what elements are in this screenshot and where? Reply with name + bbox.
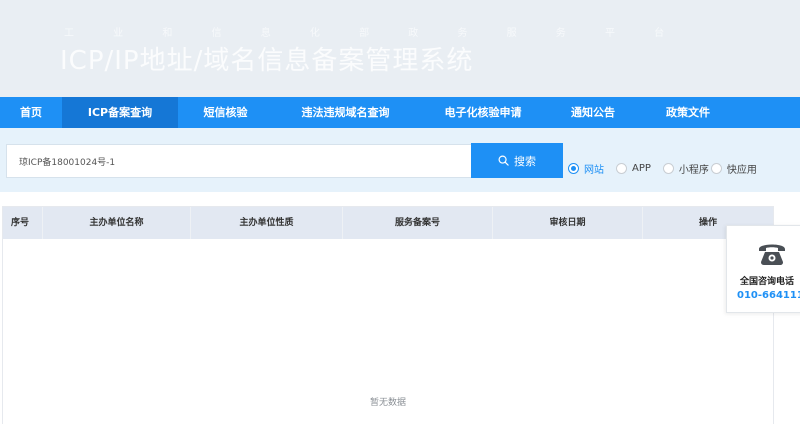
phone-icon bbox=[759, 244, 785, 265]
nav-illegal-domain-query[interactable]: 违法违规域名查询 bbox=[273, 97, 418, 128]
search-input[interactable] bbox=[6, 144, 471, 178]
site-header: 工 业 和 信 息 化 部 政 务 服 务 平 台 ICP/IP地址/域名信息备… bbox=[0, 0, 800, 97]
radio-dot bbox=[710, 163, 722, 174]
radio-dot bbox=[568, 163, 579, 174]
radio-mini-program[interactable]: 小程序 bbox=[662, 161, 709, 176]
column-header: 主办单位性质 bbox=[191, 207, 343, 239]
search-type-group: 网站 APP 小程序 快应用 bbox=[568, 161, 757, 176]
hotline-number: 010-66411166 bbox=[737, 290, 800, 301]
column-header: 序号 bbox=[3, 207, 43, 239]
search-icon bbox=[498, 155, 509, 166]
radio-app[interactable]: APP bbox=[616, 163, 651, 174]
main-nav: 首页 ICP备案查询 短信核验 违法违规域名查询 电子化核验申请 通知公告 政策… bbox=[0, 97, 800, 128]
column-header: 审核日期 bbox=[493, 207, 643, 239]
radio-label: 快应用 bbox=[726, 165, 757, 176]
column-header: 服务备案号 bbox=[343, 207, 493, 239]
radio-label: 网站 bbox=[584, 165, 604, 176]
nav-notices[interactable]: 通知公告 bbox=[548, 97, 638, 128]
nav-sms-verify[interactable]: 短信核验 bbox=[178, 97, 273, 128]
nav-home[interactable]: 首页 bbox=[0, 97, 62, 128]
site-title: ICP/IP地址/域名信息备案管理系统 bbox=[60, 46, 474, 76]
radio-label: APP bbox=[632, 163, 651, 174]
search-area: 搜索 网站 APP 小程序 快应用 bbox=[0, 128, 800, 192]
radio-website[interactable]: 网站 bbox=[568, 161, 604, 176]
radio-dot bbox=[616, 163, 627, 174]
hotline-widget[interactable]: 全国咨询电话 010-66411166 bbox=[726, 225, 800, 313]
radio-dot bbox=[662, 163, 674, 174]
nav-icp-query[interactable]: ICP备案查询 bbox=[62, 97, 178, 128]
nav-policy-docs[interactable]: 政策文件 bbox=[638, 97, 738, 128]
hotline-label: 全国咨询电话 bbox=[740, 277, 795, 287]
empty-state-text: 暂无数据 bbox=[369, 398, 406, 408]
search-button[interactable]: 搜索 bbox=[471, 143, 563, 178]
header-subtitle: 工 业 和 信 息 化 部 政 务 服 务 平 台 bbox=[64, 28, 683, 39]
column-header: 主办单位名称 bbox=[43, 207, 191, 239]
nav-electronic-verify[interactable]: 电子化核验申请 bbox=[418, 97, 548, 128]
radio-quick-app[interactable]: 快应用 bbox=[710, 161, 757, 176]
radio-label: 小程序 bbox=[678, 165, 709, 176]
results-table: 序号 主办单位名称 主办单位性质 服务备案号 审核日期 操作 暂无数据 bbox=[2, 206, 774, 424]
table-header: 序号 主办单位名称 主办单位性质 服务备案号 审核日期 操作 bbox=[3, 207, 773, 239]
search-button-label: 搜索 bbox=[514, 154, 536, 168]
